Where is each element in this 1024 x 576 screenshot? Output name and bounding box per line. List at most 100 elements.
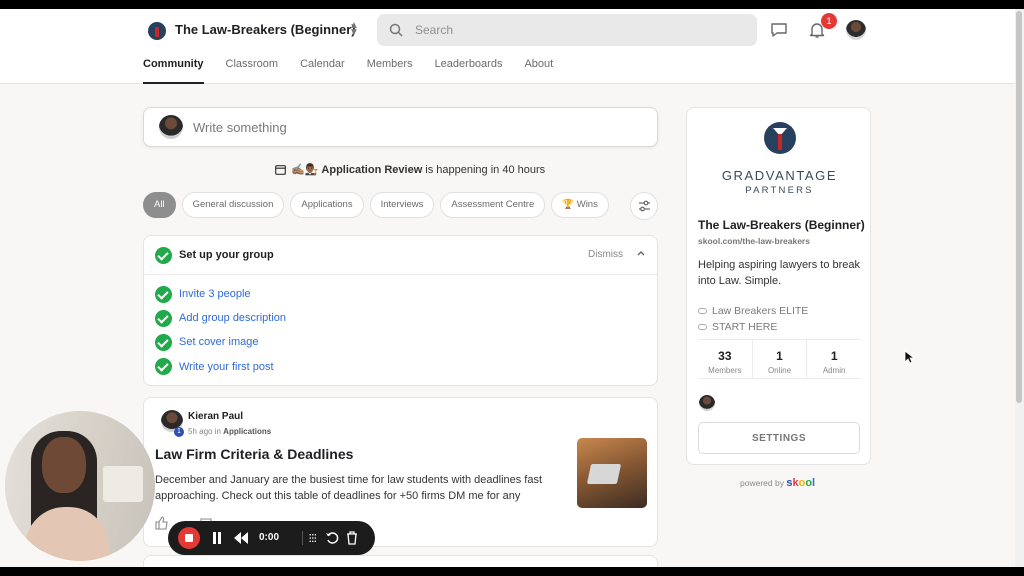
tab-community[interactable]: Community: [143, 58, 204, 84]
pause-icon[interactable]: [212, 532, 222, 544]
setup-item-description[interactable]: Add group description: [179, 312, 286, 324]
user-avatar[interactable]: [846, 20, 866, 40]
setup-group-card: Set up your group Dismiss Invite 3 peopl…: [143, 235, 658, 386]
restart-icon[interactable]: [325, 531, 339, 545]
link-start-here[interactable]: START HERE: [698, 321, 777, 333]
check-icon: [155, 358, 172, 375]
setup-item-first-post[interactable]: Write your first post: [179, 361, 274, 373]
group-sidebar: GRADVANTAGE PARTNERS The Law-Breakers (B…: [686, 107, 871, 465]
nav-tabs: Community Classroom Calendar Members Lea…: [143, 58, 575, 84]
post-in: in: [214, 427, 221, 436]
stat-value: 1: [830, 349, 838, 363]
sidebar-group-name: The Law-Breakers (Beginner): [698, 218, 865, 232]
trash-icon[interactable]: [346, 531, 358, 545]
skool-logo: skool: [786, 477, 815, 489]
filter-general-discussion[interactable]: General discussion: [181, 192, 285, 218]
stat-label: Admin: [822, 366, 846, 375]
group-switcher-icon[interactable]: ▲ ▼: [348, 21, 360, 38]
sidebar-description: Helping aspiring lawyers to break into L…: [698, 259, 861, 287]
brand-line-2: PARTNERS: [745, 185, 814, 196]
level-badge: 1: [174, 427, 184, 437]
post-meta: 5h ago in Applications: [188, 427, 271, 436]
post-author[interactable]: Kieran Paul: [188, 411, 243, 422]
event-banner[interactable]: ✍🏽👨🏾‍⚖️ Application Review is happening …: [275, 163, 545, 176]
notification-badge: 1: [821, 13, 837, 29]
post-body: December and January are the busiest tim…: [155, 474, 543, 502]
stat-value: 1: [776, 349, 783, 363]
search-icon: [389, 23, 403, 37]
post-composer[interactable]: Write something: [143, 107, 658, 147]
post-time: 5h ago: [188, 427, 213, 436]
group-stats: 33 Members 1 Online 1 Admin: [698, 339, 861, 379]
category-filters: All General discussion Applications Inte…: [143, 192, 615, 218]
event-emoji: ✍🏽👨🏾‍⚖️: [291, 164, 319, 176]
event-name[interactable]: Application Review: [321, 164, 422, 176]
filter-applications[interactable]: Applications: [290, 192, 364, 218]
stat-admin[interactable]: 1 Admin: [807, 340, 861, 378]
stat-online[interactable]: 1 Online: [753, 340, 808, 378]
tab-leaderboards[interactable]: Leaderboards: [435, 58, 503, 84]
post-card-next[interactable]: [143, 555, 658, 567]
link-elite-label: Law Breakers ELITE: [712, 305, 809, 317]
check-icon: [155, 334, 172, 351]
filter-settings-button[interactable]: [630, 192, 658, 220]
tab-classroom[interactable]: Classroom: [226, 58, 279, 84]
recording-time: 0:00: [259, 532, 280, 543]
link-icon: [698, 324, 707, 330]
powered-prefix: powered by: [740, 478, 784, 488]
skool-letter: l: [812, 477, 816, 489]
stat-members[interactable]: 33 Members: [698, 340, 753, 378]
stat-label: Members: [708, 366, 742, 375]
chat-icon[interactable]: [770, 22, 788, 38]
powered-by[interactable]: powered by skool: [740, 477, 815, 489]
check-icon: [155, 286, 172, 303]
link-icon: [698, 308, 707, 314]
search-input[interactable]: [415, 14, 745, 46]
link-start-label: START HERE: [712, 321, 778, 333]
webcam-overlay: [5, 411, 155, 561]
grid-icon[interactable]: [302, 531, 316, 545]
filter-interviews[interactable]: Interviews: [369, 192, 435, 218]
tab-about[interactable]: About: [524, 58, 553, 84]
tab-members[interactable]: Members: [367, 58, 413, 84]
post-title[interactable]: Law Firm Criteria & Deadlines: [155, 446, 353, 462]
webcam-shelf: [103, 466, 143, 502]
recorder-toolbar: 0:00: [168, 521, 375, 555]
setup-header: Set up your group Dismiss: [144, 236, 657, 275]
filter-assessment-centre[interactable]: Assessment Centre: [440, 192, 546, 218]
settings-button[interactable]: SETTINGS: [698, 422, 860, 454]
filter-all[interactable]: All: [143, 192, 176, 218]
check-icon: [155, 247, 172, 264]
event-suffix: is happening in 40 hours: [425, 163, 546, 176]
stat-value: 33: [718, 349, 732, 363]
setup-item-cover[interactable]: Set cover image: [179, 336, 258, 348]
header: The Law-Breakers (Beginner) ▲▼ 1 Communi…: [0, 9, 1024, 84]
link-elite[interactable]: Law Breakers ELITE: [698, 305, 808, 317]
filter-wins[interactable]: 🏆 Wins: [551, 192, 609, 218]
brand-line-1: GRADVANTAGE: [721, 168, 838, 183]
calendar-icon: [275, 165, 286, 175]
mouse-cursor-icon: [904, 350, 914, 364]
rewind-icon[interactable]: [234, 532, 248, 544]
search-bar[interactable]: [377, 14, 757, 46]
tab-calendar[interactable]: Calendar: [300, 58, 345, 84]
group-name[interactable]: The Law-Breakers (Beginner): [175, 22, 356, 37]
sliders-icon: [639, 200, 650, 212]
post-category[interactable]: Applications: [223, 427, 271, 436]
group-brand-logo-icon: [764, 122, 796, 154]
composer-placeholder: Write something: [193, 120, 287, 135]
page-scrollbar[interactable]: [1015, 9, 1024, 567]
scroll-thumb[interactable]: [1016, 11, 1022, 403]
check-icon: [155, 310, 172, 327]
stat-label: Online: [767, 366, 792, 375]
post-thumbnail[interactable]: [577, 438, 647, 508]
sidebar-group-url: skool.com/the-law-breakers: [698, 236, 810, 246]
setup-item-invite[interactable]: Invite 3 people: [179, 288, 251, 300]
group-logo-icon[interactable]: [148, 22, 166, 40]
dismiss-button[interactable]: Dismiss: [588, 249, 623, 260]
composer-avatar: [159, 115, 183, 139]
member-avatar[interactable]: [699, 395, 715, 411]
chevron-up-icon[interactable]: [636, 248, 646, 258]
stop-recording-button[interactable]: [178, 527, 200, 549]
webcam-face: [42, 437, 86, 493]
